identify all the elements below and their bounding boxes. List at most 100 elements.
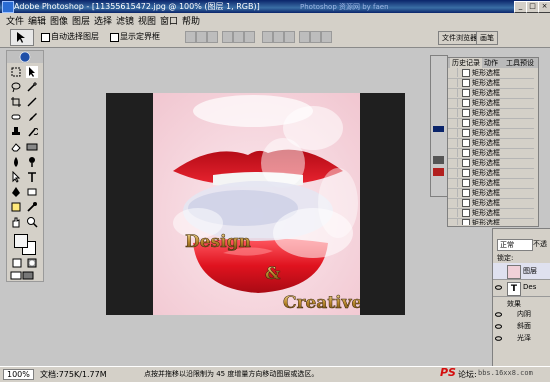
- distribute-vcenter-button[interactable]: [273, 31, 284, 43]
- history-snapshot-cell[interactable]: [448, 168, 458, 177]
- distribute-right-button[interactable]: [321, 31, 332, 43]
- standard-mode-icon[interactable]: [11, 257, 23, 269]
- history-snapshot-cell[interactable]: [448, 88, 458, 97]
- distribute-hcenter-button[interactable]: [310, 31, 321, 43]
- history-snapshot-cell[interactable]: [448, 208, 458, 217]
- show-bounds-checkbox[interactable]: [110, 33, 119, 42]
- layer-row-text[interactable]: T Des: [493, 280, 550, 297]
- menu-select[interactable]: 选择: [94, 14, 112, 27]
- history-snapshot-cell[interactable]: [448, 78, 458, 87]
- history-item-label: 矩形选框: [472, 79, 500, 87]
- brush-tool[interactable]: [26, 111, 38, 123]
- history-snapshot-cell[interactable]: [448, 118, 458, 127]
- history-snapshot-cell[interactable]: [448, 218, 458, 225]
- history-snapshot-cell[interactable]: [448, 158, 458, 167]
- zoom-tool[interactable]: [26, 216, 38, 228]
- history-snapshot-cell[interactable]: [448, 128, 458, 137]
- layers-panel: 正常 不透 锁定: 图层 T Des 效果 内阴 斜面 光泽: [492, 228, 550, 368]
- blend-mode-select[interactable]: 正常: [497, 239, 533, 251]
- tool-preset-picker[interactable]: [10, 29, 34, 46]
- effect-inner-shadow[interactable]: 内阴: [517, 309, 531, 319]
- effect-bevel[interactable]: 斜面: [517, 321, 531, 331]
- zoom-field[interactable]: 100%: [3, 369, 34, 380]
- menu-help[interactable]: 帮助: [182, 14, 200, 27]
- marquee-state-icon: [462, 149, 470, 157]
- align-right-button[interactable]: [244, 31, 255, 43]
- pen-tool[interactable]: [10, 186, 22, 198]
- move-tool-icon: [17, 32, 25, 43]
- quick-mask-icon[interactable]: [26, 257, 38, 269]
- auto-select-checkbox[interactable]: [41, 33, 50, 42]
- menu-file[interactable]: 文件: [6, 14, 24, 27]
- history-snapshot-cell[interactable]: [448, 178, 458, 187]
- toolbox: [6, 50, 44, 282]
- crop-tool[interactable]: [10, 96, 22, 108]
- menu-image[interactable]: 图像: [50, 14, 68, 27]
- fullscreen-menu-icon[interactable]: [22, 269, 34, 281]
- history-snapshot-cell[interactable]: [448, 148, 458, 157]
- hand-tool[interactable]: [10, 216, 22, 228]
- effect-eye-icon-3[interactable]: [495, 335, 502, 342]
- marquee-tool[interactable]: [10, 66, 22, 78]
- slice-tool[interactable]: [26, 96, 38, 108]
- magic-wand-tool[interactable]: [26, 81, 38, 93]
- status-hint: 点按并拖移以沿限制为 45 度增量方向移动图层或选区。: [144, 370, 319, 378]
- menu-layer[interactable]: 图层: [72, 14, 90, 27]
- history-item-label: 矩形选框: [472, 219, 500, 225]
- foreground-color-front[interactable]: [14, 234, 28, 248]
- align-left-button[interactable]: [222, 31, 233, 43]
- history-item-label: 矩形选框: [472, 169, 500, 177]
- effect-eye-icon-2[interactable]: [495, 323, 502, 330]
- gradient-tool[interactable]: [26, 141, 38, 153]
- align-bottom-button[interactable]: [207, 31, 218, 43]
- tab-file-browser[interactable]: 文件浏览器: [438, 31, 481, 45]
- forum-label: 论坛:: [458, 370, 477, 379]
- tab-brushes[interactable]: 画笔: [476, 31, 498, 45]
- menu-edit[interactable]: 编辑: [28, 14, 46, 27]
- clone-stamp-tool[interactable]: [10, 126, 22, 138]
- history-snapshot-cell[interactable]: [448, 138, 458, 147]
- history-item[interactable]: 矩形选框: [448, 218, 534, 225]
- history-snapshot-cell[interactable]: [448, 188, 458, 197]
- history-brush-tool[interactable]: [26, 126, 40, 138]
- canvas-text-and: &: [265, 264, 281, 284]
- notes-tool[interactable]: [10, 201, 22, 213]
- history-snapshot-cell[interactable]: [448, 68, 458, 77]
- tab-tool-presets[interactable]: 工具预设: [506, 58, 534, 68]
- dodge-tool[interactable]: [26, 156, 38, 168]
- layer-row-image[interactable]: 图层: [493, 263, 550, 280]
- watermark-text: Photoshop 资源网 by faen: [300, 3, 389, 11]
- rectangle-tool[interactable]: [26, 186, 38, 198]
- tab-actions[interactable]: 动作: [484, 58, 498, 68]
- align-top-button[interactable]: [185, 31, 196, 43]
- history-snapshot-cell[interactable]: [448, 98, 458, 107]
- eyedropper-tool[interactable]: [26, 201, 38, 213]
- marquee-state-icon: [462, 89, 470, 97]
- screen-mode-icon[interactable]: [10, 269, 22, 281]
- healing-brush-tool[interactable]: [10, 111, 22, 123]
- align-hcenter-button[interactable]: [233, 31, 244, 43]
- effect-satin[interactable]: 光泽: [517, 333, 531, 343]
- distribute-bottom-button[interactable]: [284, 31, 295, 43]
- image-canvas[interactable]: Design & Creative: [153, 93, 360, 315]
- close-button[interactable]: ×: [538, 1, 550, 13]
- move-tool[interactable]: [26, 66, 38, 78]
- lock-label: 锁定:: [497, 254, 514, 262]
- history-snapshot-cell[interactable]: [448, 198, 458, 207]
- effect-eye-icon-1[interactable]: [495, 311, 502, 318]
- distribute-top-button[interactable]: [262, 31, 273, 43]
- menu-filter[interactable]: 滤镜: [116, 14, 134, 27]
- align-vcenter-button[interactable]: [196, 31, 207, 43]
- history-snapshot-cell[interactable]: [448, 108, 458, 117]
- distribute-left-button[interactable]: [299, 31, 310, 43]
- eye-icon[interactable]: [495, 284, 502, 291]
- type-tool[interactable]: [26, 171, 38, 183]
- menu-window[interactable]: 窗口: [160, 14, 178, 27]
- blur-tool[interactable]: [10, 156, 22, 168]
- menu-view[interactable]: 视图: [138, 14, 156, 27]
- tab-history[interactable]: 历史记录: [450, 58, 482, 68]
- marquee-state-icon: [462, 159, 470, 167]
- lasso-tool[interactable]: [10, 81, 22, 93]
- eraser-tool[interactable]: [10, 141, 22, 153]
- path-selection-tool[interactable]: [10, 170, 22, 183]
